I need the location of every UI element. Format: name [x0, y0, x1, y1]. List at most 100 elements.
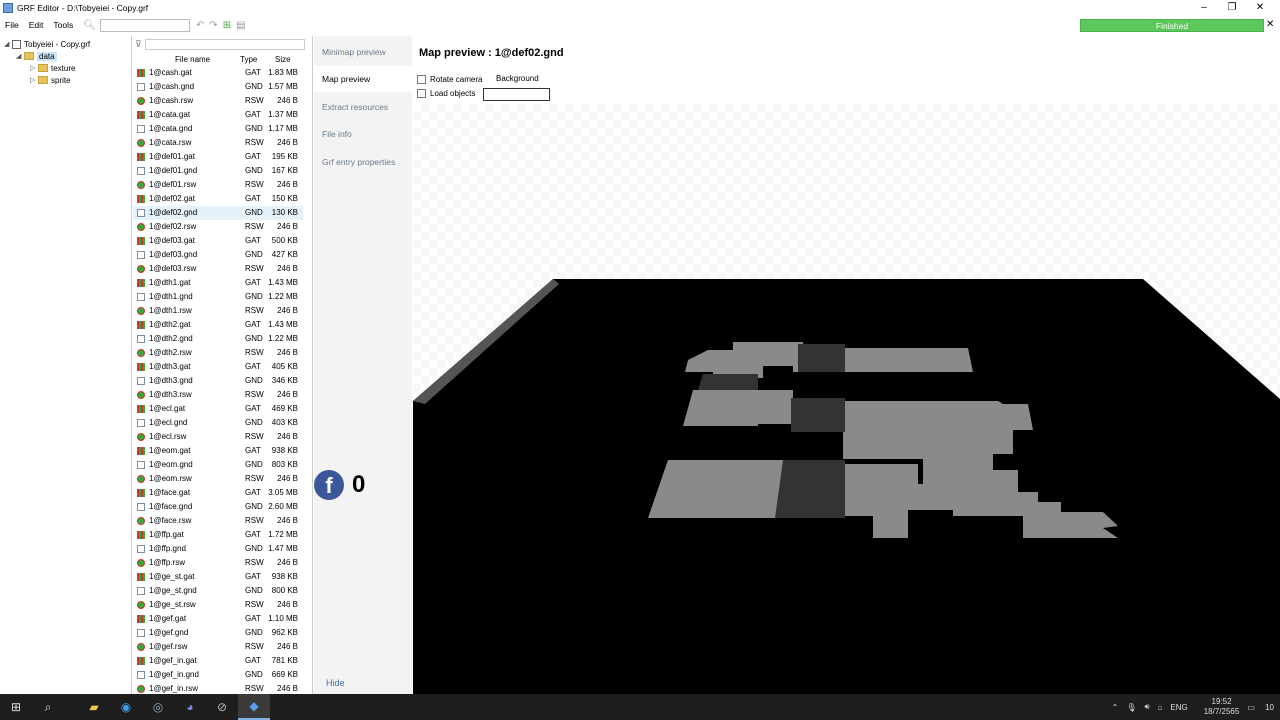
table-row[interactable]: 1@dth2.gat GAT 1.43 MB — [133, 318, 303, 332]
tab-grf-entry-properties[interactable]: Grf entry properties — [322, 157, 395, 167]
table-row[interactable]: 1@eom.gnd GND 803 KB — [133, 458, 303, 472]
tree-item-data[interactable]: ◢ data — [16, 50, 57, 62]
tree-item-texture[interactable]: ▷ texture — [30, 62, 75, 74]
edge-icon[interactable]: ◉ — [110, 694, 142, 720]
table-row[interactable]: 1@ecl.gnd GND 403 KB — [133, 416, 303, 430]
table-row[interactable]: 1@dth3.gnd GND 346 KB — [133, 374, 303, 388]
table-row[interactable]: 1@cash.gnd GND 1.57 MB — [133, 80, 303, 94]
table-row[interactable]: 1@dth1.rsw RSW 246 B — [133, 304, 303, 318]
minimize-button[interactable]: – — [1190, 0, 1218, 16]
steam-icon[interactable]: ◎ — [142, 694, 174, 720]
table-row[interactable]: 1@ecl.gat GAT 469 KB — [133, 402, 303, 416]
redo-icon[interactable]: ↷ — [209, 20, 217, 31]
table-row[interactable]: 1@cata.gnd GND 1.17 MB — [133, 122, 303, 136]
collapse-icon[interactable]: ◢ — [16, 52, 24, 60]
save-icon[interactable]: ▤ — [236, 20, 245, 31]
menu-file[interactable]: File — [0, 20, 24, 30]
menu-edit[interactable]: Edit — [24, 20, 49, 30]
table-row[interactable]: 1@def01.gnd GND 167 KB — [133, 164, 303, 178]
discord-icon[interactable]: ◕ — [174, 694, 206, 720]
filter-input[interactable] — [144, 39, 305, 50]
grf-editor-taskbar-icon[interactable]: ◆ — [238, 694, 270, 720]
table-row[interactable]: 1@dth3.rsw RSW 246 B — [133, 388, 303, 402]
table-row[interactable]: 1@def02.gat GAT 150 KB — [133, 192, 303, 206]
load-objects-checkbox[interactable]: Load objects — [417, 89, 475, 98]
tree-root[interactable]: ◢ Tobyeiei - Copy.grf — [4, 38, 90, 50]
table-row[interactable]: 1@def03.gat GAT 500 KB — [133, 234, 303, 248]
table-row[interactable]: 1@ge_st.rsw RSW 246 B — [133, 598, 303, 612]
table-row[interactable]: 1@ffp.gnd GND 1.47 MB — [133, 542, 303, 556]
table-row[interactable]: 1@def02.gnd GND 130 KB — [133, 206, 303, 220]
table-row[interactable]: 1@def01.gat GAT 195 KB — [133, 150, 303, 164]
tab-minimap-preview[interactable]: Minimap preview — [322, 47, 386, 57]
tab-extract-resources[interactable]: Extract resources — [322, 102, 388, 112]
network-icon[interactable]: ⌂ — [1158, 703, 1163, 712]
table-row[interactable]: 1@dth1.gnd GND 1.22 MB — [133, 290, 303, 304]
gat-file-icon — [137, 111, 145, 119]
expand-icon[interactable]: ▷ — [30, 76, 38, 84]
microphone-icon[interactable]: 🎙︎ — [1126, 703, 1136, 712]
restore-button[interactable]: ❐ — [1218, 0, 1246, 16]
language-indicator[interactable]: ENG — [1170, 703, 1187, 712]
search-icon[interactable]: 🔍︎ — [83, 20, 96, 31]
file-explorer-icon[interactable]: ▰ — [78, 694, 110, 720]
tab-map-preview[interactable]: Map preview — [322, 74, 370, 84]
header-size[interactable]: Size — [275, 55, 291, 64]
table-row[interactable]: 1@def02.rsw RSW 246 B — [133, 220, 303, 234]
collapse-icon[interactable]: ◢ — [4, 40, 12, 48]
table-row[interactable]: 1@cash.gat GAT 1.83 MB — [133, 66, 303, 80]
expand-icon[interactable]: ▷ — [30, 64, 38, 72]
table-row[interactable]: 1@def01.rsw RSW 246 B — [133, 178, 303, 192]
file-size-cell: 1.17 MB — [268, 124, 298, 133]
table-row[interactable]: 1@face.rsw RSW 246 B — [133, 514, 303, 528]
tab-file-info[interactable]: File info — [322, 129, 352, 139]
search-input[interactable] — [99, 18, 190, 32]
table-row[interactable]: 1@face.gnd GND 2.60 MB — [133, 500, 303, 514]
table-row[interactable]: 1@gef.gat GAT 1.10 MB — [133, 612, 303, 626]
notification-icon[interactable]: ▭ 10 — [1247, 703, 1274, 712]
table-row[interactable]: 1@gef_in.gat GAT 781 KB — [133, 654, 303, 668]
checkbox-box[interactable] — [417, 89, 426, 98]
checkbox-box[interactable] — [417, 75, 426, 84]
search-icon[interactable]: ⌕ — [32, 694, 64, 720]
header-file-name[interactable]: File name — [175, 55, 210, 64]
table-row[interactable]: 1@def03.gnd GND 427 KB — [133, 248, 303, 262]
map-render[interactable] — [413, 104, 1280, 694]
rotate-camera-checkbox[interactable]: Rotate camera — [417, 75, 482, 84]
table-row[interactable]: 1@gef_in.gnd GND 669 KB — [133, 668, 303, 682]
hide-link[interactable]: Hide — [326, 678, 345, 688]
table-row[interactable]: 1@gef.rsw RSW 246 B — [133, 640, 303, 654]
table-row[interactable]: 1@dth2.gnd GND 1.22 MB — [133, 332, 303, 346]
volume-icon[interactable]: 🔊︎ — [1144, 702, 1149, 712]
table-row[interactable]: 1@face.gat GAT 3.05 MB — [133, 486, 303, 500]
table-row[interactable]: 1@ffp.gat GAT 1.72 MB — [133, 528, 303, 542]
table-row[interactable]: 1@cata.gat GAT 1.37 MB — [133, 108, 303, 122]
tree-item-sprite[interactable]: ▷ sprite — [30, 74, 71, 86]
table-row[interactable]: 1@ecl.rsw RSW 246 B — [133, 430, 303, 444]
chevron-up-icon[interactable]: ⌃ — [1112, 703, 1119, 712]
table-row[interactable]: 1@cata.rsw RSW 246 B — [133, 136, 303, 150]
clock[interactable]: 19:52 18/7/2565 — [1196, 697, 1240, 717]
header-type[interactable]: Type — [240, 55, 257, 64]
add-file-icon[interactable]: ⊞ — [223, 20, 231, 31]
undo-icon[interactable]: ↶ — [196, 20, 204, 31]
background-color-field[interactable] — [483, 88, 550, 101]
close-progress-icon[interactable]: ✕ — [1266, 19, 1274, 30]
table-row[interactable]: 1@dth2.rsw RSW 246 B — [133, 346, 303, 360]
table-row[interactable]: 1@dth3.gat GAT 405 KB — [133, 360, 303, 374]
table-row[interactable]: 1@def03.rsw RSW 246 B — [133, 262, 303, 276]
table-row[interactable]: 1@dth1.gat GAT 1.43 MB — [133, 276, 303, 290]
table-row[interactable]: 1@ge_st.gat GAT 938 KB — [133, 570, 303, 584]
map-3d-viewport[interactable] — [413, 104, 1280, 694]
table-row[interactable]: 1@eom.rsw RSW 246 B — [133, 472, 303, 486]
table-row[interactable]: 1@cash.rsw RSW 246 B — [133, 94, 303, 108]
table-row[interactable]: 1@ge_st.gnd GND 800 KB — [133, 584, 303, 598]
table-row[interactable]: 1@gef_in.rsw RSW 246 B — [133, 682, 303, 694]
table-row[interactable]: 1@ffp.rsw RSW 246 B — [133, 556, 303, 570]
start-icon[interactable]: ⊞ — [0, 694, 32, 720]
menu-tools[interactable]: Tools — [48, 20, 78, 30]
table-row[interactable]: 1@eom.gat GAT 938 KB — [133, 444, 303, 458]
table-row[interactable]: 1@gef.gnd GND 962 KB — [133, 626, 303, 640]
close-window-button[interactable]: ✕ — [1246, 0, 1274, 16]
obs-icon[interactable]: ⊘ — [206, 694, 238, 720]
